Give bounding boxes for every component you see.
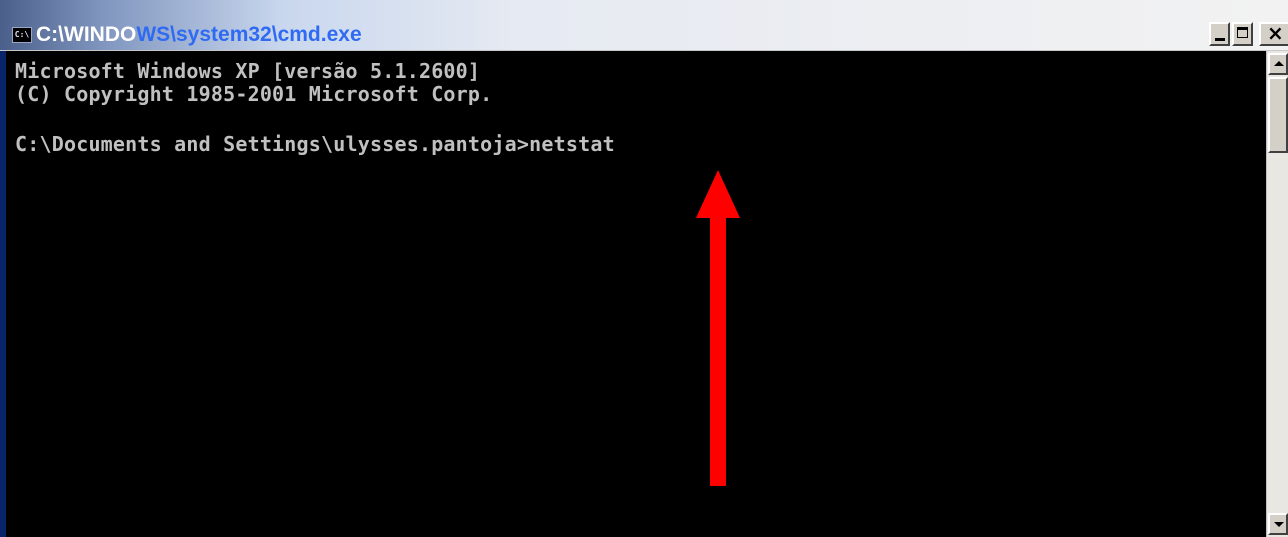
cmd-window: C:\ C:\WINDOWS\system32\cmd.exe × Micros… (0, 0, 1288, 537)
window-title: C:\WINDOWS\system32\cmd.exe (36, 21, 362, 49)
close-button[interactable]: × (1259, 22, 1288, 46)
title-bar[interactable]: C:\ C:\WINDOWS\system32\cmd.exe × (0, 0, 1288, 51)
minimize-icon (1215, 38, 1225, 41)
maximize-icon (1237, 27, 1248, 38)
console-area[interactable]: Microsoft Windows XP [versão 5.1.2600] (… (6, 51, 1266, 537)
maximize-button[interactable] (1232, 22, 1253, 46)
minimize-button[interactable] (1209, 22, 1230, 46)
vertical-scrollbar[interactable] (1266, 51, 1288, 537)
scroll-down-button[interactable] (1268, 513, 1288, 535)
console-line-copyright: (C) Copyright 1985-2001 Microsoft Corp. (15, 82, 493, 106)
console-line-version: Microsoft Windows XP [versão 5.1.2600] (15, 59, 481, 83)
close-icon: × (1267, 21, 1284, 45)
scroll-thumb[interactable] (1268, 77, 1288, 153)
scroll-up-icon (1274, 61, 1284, 66)
red-up-arrow-icon (696, 170, 740, 486)
console-prompt-command: C:\Documents and Settings\ulysses.pantoj… (15, 132, 615, 156)
scroll-down-icon (1274, 522, 1284, 527)
cmd-icon: C:\ (12, 27, 32, 43)
window-title-prefix: C:\WINDO (36, 23, 137, 46)
window-title-suffix: WS\system32\cmd.exe (136, 23, 362, 46)
scroll-up-button[interactable] (1268, 53, 1288, 75)
